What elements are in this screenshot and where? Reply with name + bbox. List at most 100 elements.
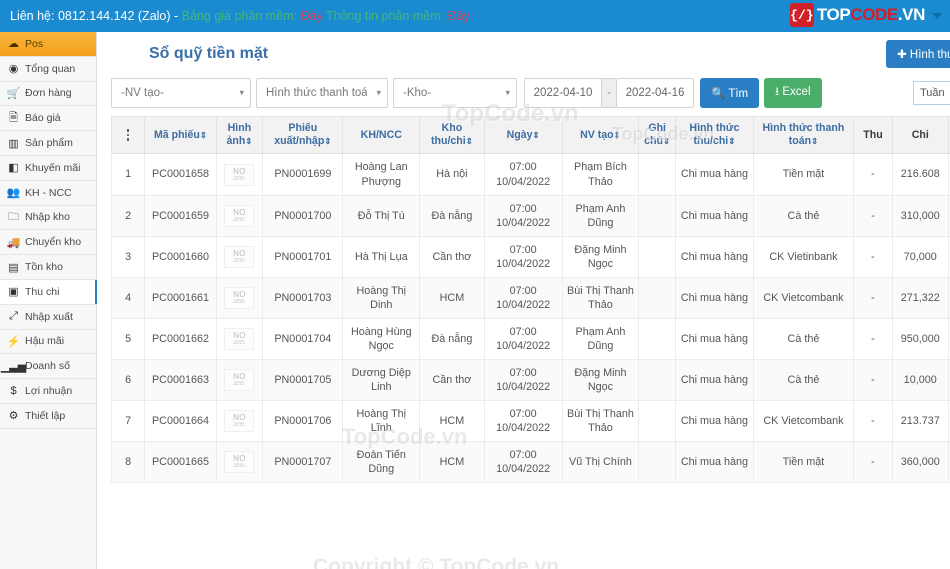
cell-time: 07:00 bbox=[509, 407, 537, 420]
period-button-0[interactable]: Tuần bbox=[912, 81, 950, 105]
cell-expense: 10,000 bbox=[891, 358, 949, 401]
plus-icon: ✚ bbox=[897, 49, 907, 61]
truck-icon: 🚚 bbox=[6, 236, 21, 249]
sidebar-item-0[interactable]: ☁ Pos bbox=[0, 32, 96, 57]
cell-in-out-voucher: PN0001703 bbox=[262, 276, 344, 319]
table-row[interactable]: 2 PC0001659 NO IMAGE AVAILABLE PN0001700 Đỗ Th… bbox=[110, 194, 950, 237]
cell-date: 07:00 10/04/2022 bbox=[483, 276, 563, 319]
payment-method-select[interactable]: Hình thức thanh toán bbox=[256, 78, 388, 108]
sidebar-item-label: Nhập kho bbox=[25, 211, 70, 224]
add-payment-method-button[interactable]: ✚ Hình thức thanh toán bbox=[886, 40, 950, 68]
table-row[interactable]: 1 PC0001658 NO IMAGE AVAILABLE PN0001699 Hoàng… bbox=[110, 153, 950, 196]
date-to-input[interactable] bbox=[616, 78, 694, 108]
cell-warehouse: HCM bbox=[419, 399, 485, 442]
table-col-header-3[interactable]: Phiếu xuất/nhập ⇕ bbox=[262, 115, 344, 155]
table-col-header-9[interactable]: Hình thức thu/chi ⇕ bbox=[675, 115, 754, 155]
sidebar-item-13[interactable]: ▁▃▅ Doanh số bbox=[0, 354, 96, 380]
sort-icon[interactable]: ⇕ bbox=[245, 136, 252, 147]
sort-icon[interactable]: ⇕ bbox=[466, 136, 473, 147]
cell-expense: 213.737 bbox=[891, 399, 949, 442]
cell-date: 07:00 10/04/2022 bbox=[483, 399, 563, 442]
sidebar-item-6[interactable]: 👥 KH - NCC bbox=[0, 180, 96, 206]
cell-payment-method: Cà thẻ bbox=[752, 358, 855, 401]
table-row[interactable]: 3 PC0001660 NO IMAGE AVAILABLE PN0001701 Hà Th… bbox=[110, 235, 950, 278]
table-col-header-7[interactable]: NV tạo ⇕ bbox=[561, 115, 640, 155]
search-button[interactable]: 🔍 Tìm bbox=[700, 78, 760, 108]
cell-created-by: Bùi Thị Thanh Thảo bbox=[561, 399, 640, 442]
sidebar-item-1[interactable]: ◉ Tổng quan bbox=[0, 56, 96, 82]
table-col-header-label: KH/NCC bbox=[360, 128, 402, 141]
sidebar-item-15[interactable]: ⚙ Thiết lập bbox=[0, 403, 96, 429]
table-col-header-10[interactable]: Hình thức thanh toán ⇕ bbox=[752, 115, 855, 155]
sort-icon[interactable]: ⇕ bbox=[614, 130, 621, 141]
cell-income: - bbox=[853, 317, 893, 360]
table-col-header-5[interactable]: Kho thu/chi ⇕ bbox=[419, 115, 485, 155]
sort-icon[interactable]: ⇕ bbox=[324, 136, 331, 147]
sidebar-item-7[interactable]: 🗀 Nhập kho bbox=[0, 205, 96, 231]
cell-expense: 950,000 bbox=[891, 317, 949, 360]
cell-image: NO IMAGE AVAILABLE bbox=[215, 399, 264, 442]
main-content: Sổ quỹ tiền mặt ✚ Hình thức thanh toán -… bbox=[97, 32, 950, 569]
sidebar-item-label: Chuyển kho bbox=[25, 236, 82, 249]
staff-select[interactable]: -NV tạo- bbox=[111, 78, 251, 108]
sidebar-item-12[interactable]: ⚡ Hậu mãi bbox=[0, 329, 96, 355]
cell-voucher-code: PC0001660 bbox=[144, 235, 217, 278]
dashboard-icon: ◉ bbox=[8, 63, 19, 76]
cell-customer-supplier: Hoàng Thị Dinh bbox=[342, 276, 421, 319]
cell-customer-supplier: Đỗ Thị Tú bbox=[342, 194, 421, 237]
table-row[interactable]: 7 PC0001664 NO IMAGE AVAILABLE PN0001706 Hoàng… bbox=[110, 399, 950, 442]
filter-bar: -NV tạo- Hình thức thanh toán -Kho- - 🔍 bbox=[111, 76, 950, 110]
sidebar-item-11[interactable]: ⤢ Nhập xuất bbox=[0, 304, 96, 330]
sort-icon[interactable]: ⇕ bbox=[663, 136, 670, 147]
cell-date: 07:00 10/04/2022 bbox=[483, 153, 563, 196]
cashbook-table-wrap: Mã phiếu ⇕ Hình ảnh ⇕ Phiếu xuất/nhập ⇕ KH/… bbox=[110, 115, 950, 483]
chevron-down-icon[interactable] bbox=[932, 13, 942, 19]
sidebar-item-2[interactable]: 🛒 Đơn hàng bbox=[0, 81, 96, 107]
info-link[interactable]: Đây bbox=[448, 9, 470, 23]
sidebar-item-3[interactable]: 🗎 Báo giá bbox=[0, 106, 96, 132]
cell-customer-supplier: Dương Diệp Linh bbox=[342, 358, 421, 401]
cell-transaction-type: Chi mua hàng bbox=[675, 317, 754, 360]
kebab-icon[interactable] bbox=[115, 129, 141, 141]
warehouse-select[interactable]: -Kho- bbox=[393, 78, 517, 108]
date-from-input[interactable] bbox=[524, 78, 602, 108]
sidebar-item-label: Khuyến mãi bbox=[25, 161, 81, 174]
sort-icon[interactable]: ⇕ bbox=[811, 136, 818, 147]
table-col-header-8[interactable]: Ghi chú ⇕ bbox=[638, 115, 677, 155]
cell-time: 07:00 bbox=[509, 325, 537, 338]
site-logo[interactable]: {/} TOPCODE.VN bbox=[789, 3, 942, 27]
no-image-icon: NO IMAGE AVAILABLE bbox=[224, 245, 255, 268]
table-col-header-0 bbox=[110, 115, 146, 155]
sidebar-item-4[interactable]: ▥ Sản phẩm bbox=[0, 131, 96, 156]
cell-payment-method: Cà thẻ bbox=[752, 194, 855, 237]
sort-icon[interactable]: ⇕ bbox=[728, 136, 735, 147]
cell-date-value: 10/04/2022 bbox=[496, 421, 551, 434]
cell-income: - bbox=[853, 399, 893, 442]
price-link[interactable]: Đây bbox=[300, 9, 322, 23]
money-icon: ▣ bbox=[8, 286, 19, 299]
cell-in-out-voucher: PN0001706 bbox=[262, 399, 344, 442]
sidebar-item-10[interactable]: ▣ Thu chi bbox=[0, 279, 97, 305]
table-row[interactable]: 4 PC0001661 NO IMAGE AVAILABLE PN0001703 Hoàng… bbox=[110, 276, 950, 319]
cell-index: 7 bbox=[110, 399, 146, 442]
sidebar-item-label: Đơn hàng bbox=[25, 87, 72, 100]
export-excel-button[interactable]: ⭳ Excel bbox=[764, 78, 822, 108]
cell-warehouse: Hà nội bbox=[419, 153, 485, 196]
sort-icon[interactable]: ⇕ bbox=[533, 130, 540, 141]
table-col-header-1[interactable]: Mã phiếu ⇕ bbox=[144, 115, 217, 155]
sort-icon[interactable]: ⇕ bbox=[200, 130, 207, 141]
sidebar-item-8[interactable]: 🚚 Chuyển kho bbox=[0, 230, 96, 256]
table-row[interactable]: 5 PC0001662 NO IMAGE AVAILABLE PN0001704 Hoàng… bbox=[110, 317, 950, 360]
cell-index: 4 bbox=[110, 276, 146, 319]
cell-warehouse: Cần thơ bbox=[419, 358, 485, 401]
table-row[interactable]: 8 PC0001665 NO IMAGE AVAILABLE PN0001707 Đoàn … bbox=[110, 440, 950, 483]
table-row[interactable]: 6 PC0001663 NO IMAGE AVAILABLE PN0001705 Dương… bbox=[110, 358, 950, 401]
sidebar-item-14[interactable]: $ Lợi nhuận bbox=[0, 379, 96, 404]
cell-note bbox=[638, 153, 677, 196]
sidebar-item-5[interactable]: ◧ Khuyến mãi bbox=[0, 155, 96, 181]
table-col-header-2[interactable]: Hình ảnh ⇕ bbox=[215, 115, 264, 155]
table-col-header-6[interactable]: Ngày ⇕ bbox=[483, 115, 563, 155]
cell-expense: 216.608 bbox=[891, 153, 949, 196]
sidebar-item-9[interactable]: ▤ Tồn kho bbox=[0, 255, 96, 280]
cell-index: 5 bbox=[110, 317, 146, 360]
